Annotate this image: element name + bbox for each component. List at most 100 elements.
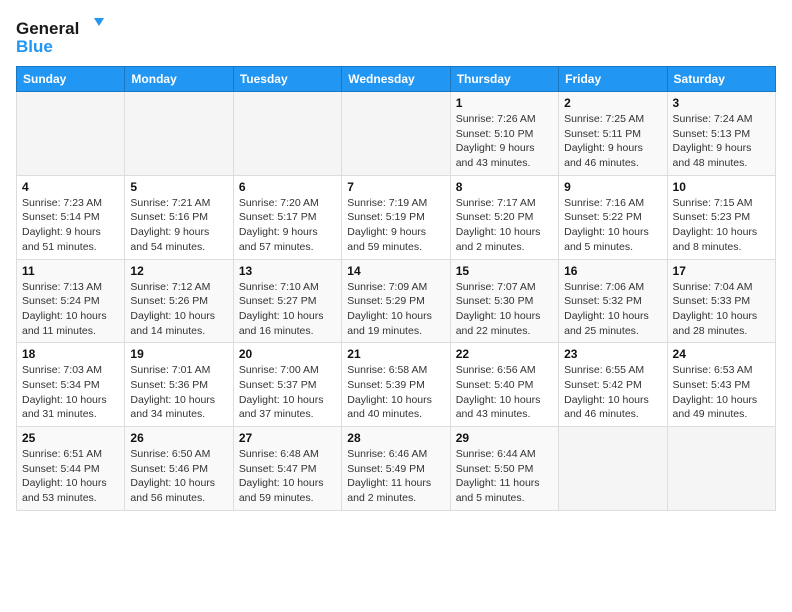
calendar-day-cell: 27 Sunrise: 6:48 AMSunset: 5:47 PMDayligh… bbox=[233, 427, 341, 511]
calendar-day-cell: 16 Sunrise: 7:06 AMSunset: 5:32 PMDayligh… bbox=[559, 259, 667, 343]
day-number: 24 bbox=[673, 347, 770, 361]
day-number: 12 bbox=[130, 264, 227, 278]
weekday-header-row: SundayMondayTuesdayWednesdayThursdayFrid… bbox=[17, 67, 776, 92]
day-number: 5 bbox=[130, 180, 227, 194]
calendar-day-cell: 21 Sunrise: 6:58 AMSunset: 5:39 PMDayligh… bbox=[342, 343, 450, 427]
calendar-day-cell: 14 Sunrise: 7:09 AMSunset: 5:29 PMDayligh… bbox=[342, 259, 450, 343]
calendar-day-cell: 6Sunrise: 7:20 AMSunset: 5:17 PMDaylight… bbox=[233, 175, 341, 259]
calendar-day-cell: 18 Sunrise: 7:03 AMSunset: 5:34 PMDayligh… bbox=[17, 343, 125, 427]
weekday-header-cell: Thursday bbox=[450, 67, 558, 92]
day-info: Sunrise: 6:56 AMSunset: 5:40 PMDaylight:… bbox=[456, 363, 553, 422]
day-number: 4 bbox=[22, 180, 119, 194]
day-number: 2 bbox=[564, 96, 661, 110]
day-info: Sunrise: 7:24 AMSunset: 5:13 PMDaylight:… bbox=[673, 112, 770, 171]
day-info: Sunrise: 6:51 AMSunset: 5:44 PMDaylight:… bbox=[22, 447, 119, 506]
day-number: 29 bbox=[456, 431, 553, 445]
calendar-week-row: 4 Sunrise: 7:23 AMSunset: 5:14 PMDaylight… bbox=[17, 175, 776, 259]
day-info: Sunrise: 7:01 AMSunset: 5:36 PMDaylight:… bbox=[130, 363, 227, 422]
day-info: Sunrise: 7:12 AMSunset: 5:26 PMDaylight:… bbox=[130, 280, 227, 339]
calendar-day-cell bbox=[125, 92, 233, 176]
calendar-day-cell: 13 Sunrise: 7:10 AMSunset: 5:27 PMDayligh… bbox=[233, 259, 341, 343]
svg-text:General: General bbox=[16, 19, 79, 38]
svg-text:Blue: Blue bbox=[16, 37, 53, 56]
day-number: 11 bbox=[22, 264, 119, 278]
calendar-day-cell: 17 Sunrise: 7:04 AMSunset: 5:33 PMDayligh… bbox=[667, 259, 775, 343]
day-info: Sunrise: 7:17 AMSunset: 5:20 PMDaylight:… bbox=[456, 196, 553, 255]
day-number: 3 bbox=[673, 96, 770, 110]
page-header: General Blue bbox=[16, 16, 776, 58]
day-number: 26 bbox=[130, 431, 227, 445]
day-number: 14 bbox=[347, 264, 444, 278]
calendar-day-cell: 24 Sunrise: 6:53 AMSunset: 5:43 PMDayligh… bbox=[667, 343, 775, 427]
calendar-day-cell: 4 Sunrise: 7:23 AMSunset: 5:14 PMDaylight… bbox=[17, 175, 125, 259]
day-info: Sunrise: 7:23 AMSunset: 5:14 PMDaylight:… bbox=[22, 196, 119, 255]
day-number: 21 bbox=[347, 347, 444, 361]
day-number: 15 bbox=[456, 264, 553, 278]
day-info: Sunrise: 6:46 AMSunset: 5:49 PMDaylight:… bbox=[347, 447, 444, 506]
day-info: Sunrise: 7:25 AMSunset: 5:11 PMDaylight:… bbox=[564, 112, 661, 171]
calendar-day-cell: 5 Sunrise: 7:21 AMSunset: 5:16 PMDaylight… bbox=[125, 175, 233, 259]
calendar-day-cell: 23Sunrise: 6:55 AMSunset: 5:42 PMDayligh… bbox=[559, 343, 667, 427]
day-number: 6 bbox=[239, 180, 336, 194]
calendar-week-row: 25 Sunrise: 6:51 AMSunset: 5:44 PMDayligh… bbox=[17, 427, 776, 511]
calendar-day-cell: 2 Sunrise: 7:25 AMSunset: 5:11 PMDaylight… bbox=[559, 92, 667, 176]
day-number: 10 bbox=[673, 180, 770, 194]
day-info: Sunrise: 7:04 AMSunset: 5:33 PMDaylight:… bbox=[673, 280, 770, 339]
day-number: 19 bbox=[130, 347, 227, 361]
calendar-day-cell: 26 Sunrise: 6:50 AMSunset: 5:46 PMDayligh… bbox=[125, 427, 233, 511]
day-info: Sunrise: 7:21 AMSunset: 5:16 PMDaylight:… bbox=[130, 196, 227, 255]
day-info: Sunrise: 7:26 AMSunset: 5:10 PMDaylight:… bbox=[456, 112, 553, 171]
logo-svg: General Blue bbox=[16, 16, 106, 58]
calendar-day-cell bbox=[559, 427, 667, 511]
day-number: 8 bbox=[456, 180, 553, 194]
calendar-day-cell: 12 Sunrise: 7:12 AMSunset: 5:26 PMDayligh… bbox=[125, 259, 233, 343]
calendar-day-cell: 10 Sunrise: 7:15 AMSunset: 5:23 PMDayligh… bbox=[667, 175, 775, 259]
day-number: 20 bbox=[239, 347, 336, 361]
calendar-day-cell: 19 Sunrise: 7:01 AMSunset: 5:36 PMDayligh… bbox=[125, 343, 233, 427]
day-info: Sunrise: 7:15 AMSunset: 5:23 PMDaylight:… bbox=[673, 196, 770, 255]
day-info: Sunrise: 7:10 AMSunset: 5:27 PMDaylight:… bbox=[239, 280, 336, 339]
calendar-day-cell bbox=[233, 92, 341, 176]
calendar-day-cell: 8 Sunrise: 7:17 AMSunset: 5:20 PMDaylight… bbox=[450, 175, 558, 259]
calendar-day-cell: 9Sunrise: 7:16 AMSunset: 5:22 PMDaylight… bbox=[559, 175, 667, 259]
calendar-day-cell: 25 Sunrise: 6:51 AMSunset: 5:44 PMDayligh… bbox=[17, 427, 125, 511]
day-info: Sunrise: 7:00 AMSunset: 5:37 PMDaylight:… bbox=[239, 363, 336, 422]
calendar-day-cell: 28 Sunrise: 6:46 AMSunset: 5:49 PMDayligh… bbox=[342, 427, 450, 511]
calendar-day-cell: 20 Sunrise: 7:00 AMSunset: 5:37 PMDayligh… bbox=[233, 343, 341, 427]
day-number: 28 bbox=[347, 431, 444, 445]
day-info: Sunrise: 6:48 AMSunset: 5:47 PMDaylight:… bbox=[239, 447, 336, 506]
calendar-week-row: 18 Sunrise: 7:03 AMSunset: 5:34 PMDayligh… bbox=[17, 343, 776, 427]
day-info: Sunrise: 6:44 AMSunset: 5:50 PMDaylight:… bbox=[456, 447, 553, 506]
day-info: Sunrise: 7:07 AMSunset: 5:30 PMDaylight:… bbox=[456, 280, 553, 339]
day-info: Sunrise: 6:55 AMSunset: 5:42 PMDaylight:… bbox=[564, 363, 661, 422]
day-number: 17 bbox=[673, 264, 770, 278]
day-number: 16 bbox=[564, 264, 661, 278]
day-number: 25 bbox=[22, 431, 119, 445]
calendar-day-cell: 11Sunrise: 7:13 AMSunset: 5:24 PMDayligh… bbox=[17, 259, 125, 343]
day-info: Sunrise: 6:53 AMSunset: 5:43 PMDaylight:… bbox=[673, 363, 770, 422]
day-number: 22 bbox=[456, 347, 553, 361]
logo: General Blue bbox=[16, 16, 106, 58]
day-number: 1 bbox=[456, 96, 553, 110]
day-info: Sunrise: 7:06 AMSunset: 5:32 PMDaylight:… bbox=[564, 280, 661, 339]
weekday-header-cell: Monday bbox=[125, 67, 233, 92]
day-info: Sunrise: 7:09 AMSunset: 5:29 PMDaylight:… bbox=[347, 280, 444, 339]
calendar-day-cell: 15 Sunrise: 7:07 AMSunset: 5:30 PMDayligh… bbox=[450, 259, 558, 343]
day-info: Sunrise: 7:03 AMSunset: 5:34 PMDaylight:… bbox=[22, 363, 119, 422]
calendar-day-cell: 1 Sunrise: 7:26 AMSunset: 5:10 PMDaylight… bbox=[450, 92, 558, 176]
calendar-day-cell: 29 Sunrise: 6:44 AMSunset: 5:50 PMDayligh… bbox=[450, 427, 558, 511]
calendar-body: 1 Sunrise: 7:26 AMSunset: 5:10 PMDaylight… bbox=[17, 92, 776, 511]
day-number: 7 bbox=[347, 180, 444, 194]
day-info: Sunrise: 6:58 AMSunset: 5:39 PMDaylight:… bbox=[347, 363, 444, 422]
day-number: 27 bbox=[239, 431, 336, 445]
calendar-day-cell bbox=[667, 427, 775, 511]
weekday-header-cell: Friday bbox=[559, 67, 667, 92]
day-number: 9 bbox=[564, 180, 661, 194]
day-info: Sunrise: 6:50 AMSunset: 5:46 PMDaylight:… bbox=[130, 447, 227, 506]
calendar-day-cell: 22 Sunrise: 6:56 AMSunset: 5:40 PMDayligh… bbox=[450, 343, 558, 427]
calendar-week-row: 11Sunrise: 7:13 AMSunset: 5:24 PMDayligh… bbox=[17, 259, 776, 343]
weekday-header-cell: Tuesday bbox=[233, 67, 341, 92]
day-number: 13 bbox=[239, 264, 336, 278]
day-number: 18 bbox=[22, 347, 119, 361]
calendar-day-cell bbox=[17, 92, 125, 176]
